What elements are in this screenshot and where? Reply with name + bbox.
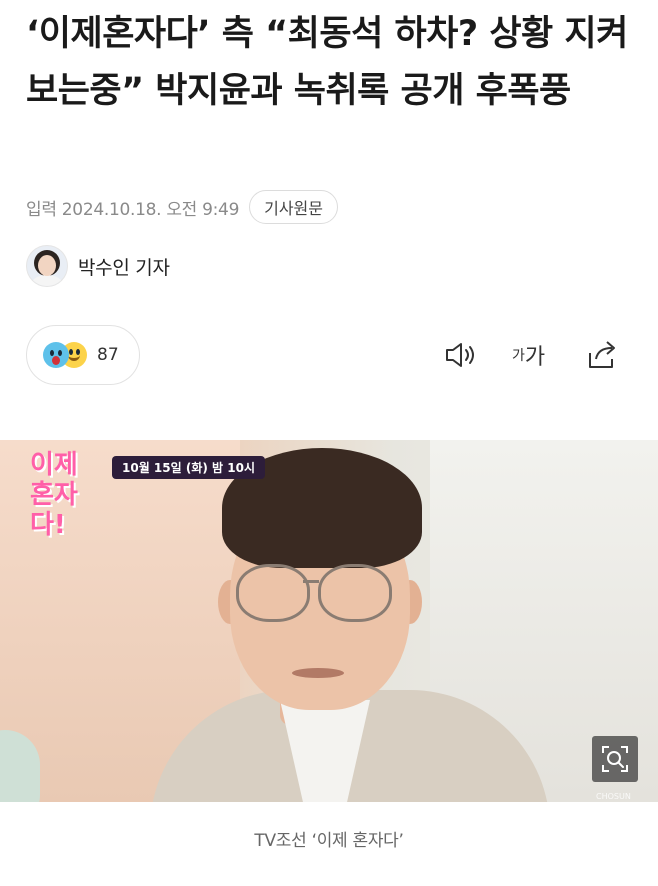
reporter-avatar[interactable]	[26, 245, 68, 287]
article-title: ‘이제혼자다’ 측 “최동석 하차? 상황 지켜보는중” 박지윤과 녹취록 공개…	[26, 14, 628, 111]
zoom-icon	[602, 746, 628, 772]
font-size-small-glyph: 가	[512, 348, 525, 364]
article-photo[interactable]: 이제 혼자다! 10월 15일 (화) 밤 10시 CHOSUN	[0, 440, 658, 802]
speaker-icon	[446, 343, 474, 367]
reaction-count: 87	[97, 345, 119, 365]
reaction-button[interactable]: 87	[26, 325, 140, 385]
font-size-large-glyph: 가	[524, 345, 546, 370]
original-article-button[interactable]: 기사원문	[249, 190, 338, 224]
zoom-button[interactable]	[592, 736, 638, 782]
share-icon	[589, 341, 615, 368]
surprised-emoji-icon	[43, 342, 69, 368]
share-button[interactable]	[586, 337, 620, 373]
published-date: 입력 2024.10.18. 오전 9:49	[26, 199, 240, 220]
speaker-button[interactable]	[444, 337, 480, 373]
broadcaster-watermark: CHOSUN	[596, 792, 631, 801]
reporter-info[interactable]: 박수인 기자	[26, 245, 170, 287]
photo-caption: TV조선 ‘이제 혼자다’	[254, 831, 404, 851]
show-logo: 이제 혼자다!	[30, 450, 78, 540]
article-meta: 입력 2024.10.18. 오전 9:49 기사원문	[26, 189, 338, 225]
air-time-banner: 10월 15일 (화) 밤 10시	[112, 456, 265, 479]
font-size-button[interactable]: 가 가	[512, 337, 545, 373]
reporter-name[interactable]: 박수인 기자	[78, 253, 170, 280]
